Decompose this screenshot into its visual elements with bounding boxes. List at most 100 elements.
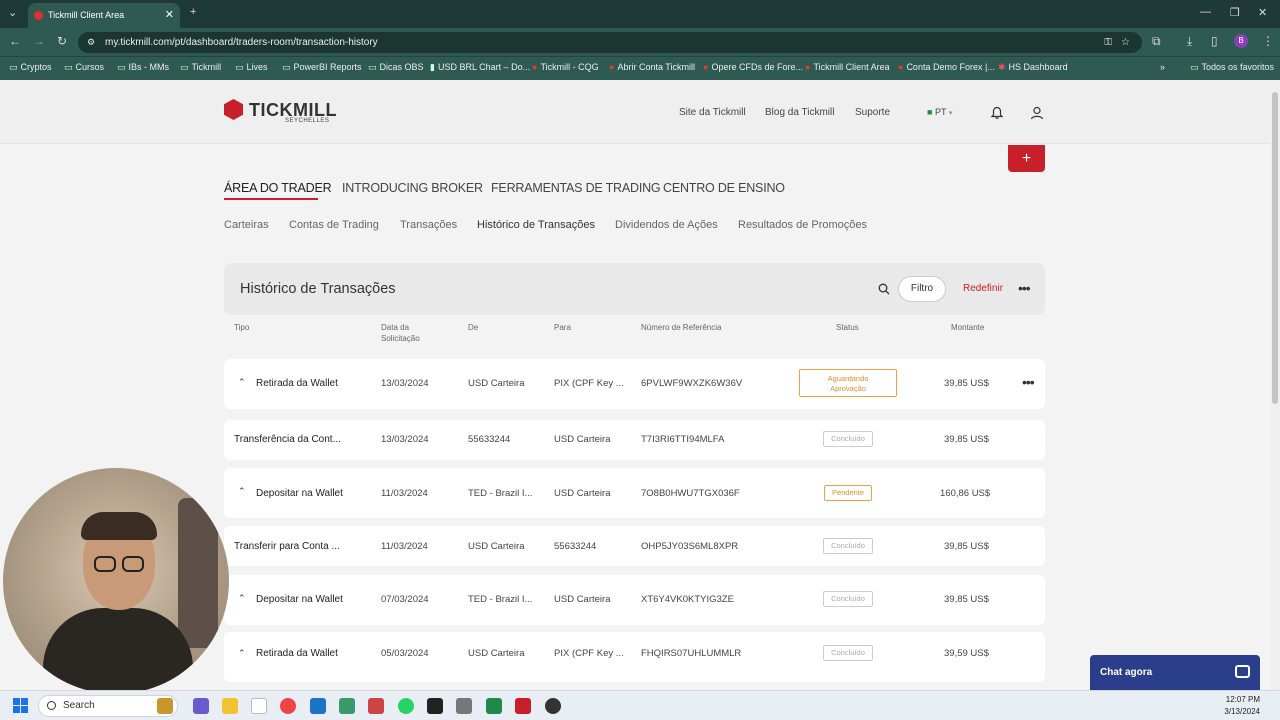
page-scrollbar[interactable]	[1270, 80, 1280, 690]
cell-amount: 39,85 US$	[944, 378, 989, 389]
outlook-icon[interactable]	[310, 698, 326, 714]
notion-icon[interactable]	[427, 698, 443, 714]
cell-amount: 39,85 US$	[944, 594, 989, 605]
link-blog[interactable]: Blog da Tickmill	[765, 107, 834, 118]
site-info-icon[interactable]: ⚙	[87, 32, 95, 53]
widget-icon[interactable]	[157, 698, 173, 714]
filter-button[interactable]: Filtro	[898, 276, 946, 302]
row-more-icon[interactable]: •••	[1022, 374, 1035, 390]
chair-shape	[178, 498, 218, 648]
cell-date: 13/03/2024	[381, 434, 429, 445]
table-row[interactable]: ⌃ Retirada da Wallet 13/03/2024 USD Cart…	[224, 359, 1045, 409]
table-row[interactable]: ⌃ Retirada da Wallet 05/03/2024 USD Cart…	[224, 632, 1045, 682]
subtab-trading-accounts[interactable]: Contas de Trading	[289, 219, 379, 231]
menu-kebab-icon[interactable]: ⋮	[1262, 34, 1274, 48]
subtab-wallets[interactable]: Carteiras	[224, 219, 269, 231]
calculator-icon[interactable]	[456, 698, 472, 714]
bookmark-item[interactable]: ▭ Tickmill	[180, 62, 221, 73]
bookmark-item[interactable]: ▮ USD BRL Chart – Do...	[430, 62, 530, 73]
close-window-icon[interactable]: ✕	[1258, 6, 1267, 19]
folder-icon: ▭	[282, 62, 291, 72]
more-options-icon[interactable]: •••	[1018, 280, 1031, 296]
chevron-up-icon[interactable]: ⌃	[238, 486, 246, 497]
user-icon[interactable]	[1030, 106, 1044, 120]
copilot-icon[interactable]	[193, 698, 209, 714]
forward-icon[interactable]: →	[33, 34, 45, 48]
bookmark-item[interactable]: ▭ Todos os favoritos	[1190, 62, 1274, 73]
chat-now-button[interactable]: Chat agora	[1090, 655, 1260, 690]
back-icon[interactable]: ←	[9, 34, 21, 48]
tickmill-icon: ●	[898, 62, 904, 72]
browser-toolbar: ← → ↻ ⚙ my.tickmill.com/pt/dashboard/tra…	[0, 28, 1280, 56]
extensions-icon[interactable]: ⧉	[1152, 34, 1161, 49]
obs-icon[interactable]	[545, 698, 561, 714]
chevron-up-icon[interactable]: ⌃	[238, 593, 246, 604]
cell-from: USD Carteira	[468, 648, 525, 659]
file-explorer-icon[interactable]	[222, 698, 238, 714]
address-bar[interactable]: ⚙ my.tickmill.com/pt/dashboard/traders-r…	[78, 32, 1142, 53]
side-panel-icon[interactable]: ▯	[1211, 34, 1218, 48]
bookmark-item[interactable]: ▭ PowerBI Reports	[282, 62, 362, 73]
search-icon	[47, 701, 56, 710]
tickmill-logo-icon[interactable]	[224, 99, 243, 120]
table-row[interactable]: ⌃ Depositar na Wallet 07/03/2024 TED - B…	[224, 575, 1045, 625]
table-row[interactable]: ⌃ Depositar na Wallet 11/03/2024 TED - B…	[224, 468, 1045, 518]
app-icon[interactable]	[368, 698, 384, 714]
tab-trading-tools[interactable]: FERRAMENTAS DE TRADING	[491, 181, 661, 195]
bookmark-item[interactable]: ▭ Lives	[235, 62, 268, 73]
reload-icon[interactable]: ↻	[57, 34, 67, 48]
search-icon[interactable]	[878, 283, 890, 295]
col-header-type: Tipo	[234, 323, 250, 332]
bookmark-item[interactable]: ● Opere CFDs de Fore...	[703, 62, 803, 72]
chevron-up-icon[interactable]: ⌃	[238, 648, 246, 659]
new-tab-icon[interactable]: +	[190, 6, 196, 18]
chrome-icon[interactable]	[280, 698, 296, 714]
scrollbar-thumb[interactable]	[1272, 92, 1278, 404]
tab-list-icon[interactable]: ⌄	[8, 6, 17, 19]
cell-date: 07/03/2024	[381, 594, 429, 605]
table-row[interactable]: Transferir para Conta ... 11/03/2024 USD…	[224, 526, 1045, 566]
bookmark-item[interactable]: ● Abrir Conta Tickmill	[609, 62, 695, 72]
folder-icon: ▭	[9, 62, 18, 72]
reset-button[interactable]: Redefinir	[963, 283, 1003, 294]
bell-icon[interactable]	[990, 106, 1004, 120]
tickmill-app-icon[interactable]	[515, 698, 531, 714]
more-bookmarks-icon[interactable]: »	[1160, 62, 1165, 72]
password-key-icon[interactable]: ⚿	[1104, 32, 1112, 53]
add-button[interactable]: +	[1008, 145, 1045, 172]
tab-trader-area[interactable]: ÁREA DO TRADER	[224, 181, 332, 195]
windows-start-icon[interactable]	[13, 698, 29, 714]
profile-avatar[interactable]: B	[1234, 34, 1248, 48]
chevron-up-icon[interactable]: ⌃	[238, 377, 246, 388]
subtab-dividends[interactable]: Dividendos de Ações	[615, 219, 718, 231]
bookmark-item[interactable]: ✱ HS Dashboard	[998, 62, 1068, 73]
restore-icon[interactable]: ❐	[1230, 6, 1240, 19]
subtab-promotions[interactable]: Resultados de Promoções	[738, 219, 867, 231]
notepad-icon[interactable]	[251, 698, 267, 714]
bookmark-star-icon[interactable]: ☆	[1121, 32, 1130, 53]
tab-introducing-broker[interactable]: INTRODUCING BROKER	[342, 181, 483, 195]
bookmark-item[interactable]: ▭ IBs - MMs	[117, 62, 169, 73]
bookmark-item[interactable]: ▭ Cursos	[64, 62, 104, 73]
link-site[interactable]: Site da Tickmill	[679, 107, 746, 118]
subtab-transactions[interactable]: Transações	[400, 219, 457, 231]
download-icon[interactable]: ⤓	[1187, 34, 1192, 49]
bookmark-item[interactable]: ▭ Dicas OBS	[368, 62, 424, 73]
bookmark-item[interactable]: ● Tickmill - CQG	[532, 62, 599, 72]
close-tab-icon[interactable]: ✕	[165, 3, 174, 28]
link-support[interactable]: Suporte	[855, 107, 890, 118]
bookmark-item[interactable]: ▭ Cryptos	[9, 62, 52, 73]
whatsapp-icon[interactable]	[398, 698, 414, 714]
system-clock[interactable]: 12:07 PM 3/13/2024	[1224, 694, 1260, 718]
browser-tab[interactable]: Tickmill Client Area ✕	[28, 3, 180, 28]
subtab-transaction-history[interactable]: Histórico de Transações	[477, 219, 595, 231]
bookmark-item[interactable]: ● Conta Demo Forex |...	[898, 62, 995, 72]
excel-icon[interactable]	[486, 698, 502, 714]
tab-learning-center[interactable]: CENTRO DE ENSINO	[663, 181, 785, 195]
minimize-icon[interactable]: —	[1200, 6, 1211, 18]
status-badge: Concluído	[823, 431, 873, 447]
app-icon[interactable]	[339, 698, 355, 714]
language-selector[interactable]: ■ PT ▾	[927, 107, 952, 117]
table-row[interactable]: Transferência da Cont... 13/03/2024 5563…	[224, 420, 1045, 460]
bookmark-item[interactable]: ● Tickmill Client Area	[805, 62, 890, 72]
